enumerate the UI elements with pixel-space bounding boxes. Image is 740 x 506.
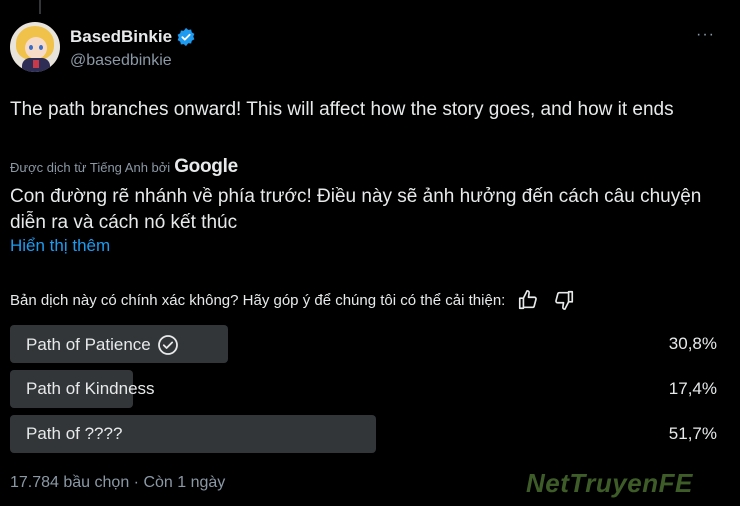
translation-attribution: Được dịch từ Tiếng Anh bởi Google [10,156,238,178]
poll-option-label: Path of Kindness [26,379,155,399]
poll-meta: 17.784 bầu chọn · Còn 1 ngày [10,474,226,491]
poll-option-3[interactable]: Path of ???? 51,7% [10,415,717,453]
author-handle[interactable]: @basedbinkie [70,52,172,70]
poll-option-2[interactable]: Path of Kindness 17,4% [10,370,717,408]
thread-connector-line [39,0,41,14]
author-name-row[interactable]: BasedBinkie [70,27,196,47]
translation-feedback: Bản dịch này có chính xác không? Hãy góp… [10,289,575,311]
google-logo: Google [174,156,238,177]
verified-badge-icon [177,27,195,47]
poll-option-text: Path of Patience [26,335,151,354]
show-more-link[interactable]: Hiển thị thêm [10,236,110,256]
thumbs-down-icon[interactable] [553,289,575,311]
avatar[interactable] [10,22,60,72]
translated-by-label: Được dịch từ Tiếng Anh bởi [10,159,171,175]
poll-option-text: Path of Kindness [26,379,155,398]
poll-option-percent: 17,4% [668,379,717,398]
feedback-question: Bản dịch này có chính xác không? Hãy góp… [10,291,506,309]
poll-option-text: Path of ???? [26,424,123,443]
poll-option-1[interactable]: Path of Patience 30,8% [10,325,717,363]
thumbs-up-icon[interactable] [517,289,539,311]
tweet-text: The path branches onward! This will affe… [10,99,674,120]
poll-option-label: Path of ???? [26,424,122,444]
selected-check-icon [157,335,178,355]
avatar-eye-left [29,45,33,50]
poll-option-label: Path of Patience [26,334,179,356]
poll-option-percent: 51,7% [668,424,717,443]
poll-option-percent: 30,8% [668,334,717,353]
avatar-tie [33,60,39,68]
more-options-icon[interactable]: ··· [696,26,715,44]
author-display-name[interactable]: BasedBinkie [70,27,172,47]
site-watermark: NetTruyenFE [526,468,693,498]
translated-text: Con đường rẽ nhánh về phía trước! Điều n… [10,186,702,233]
avatar-eye-right [39,45,43,50]
